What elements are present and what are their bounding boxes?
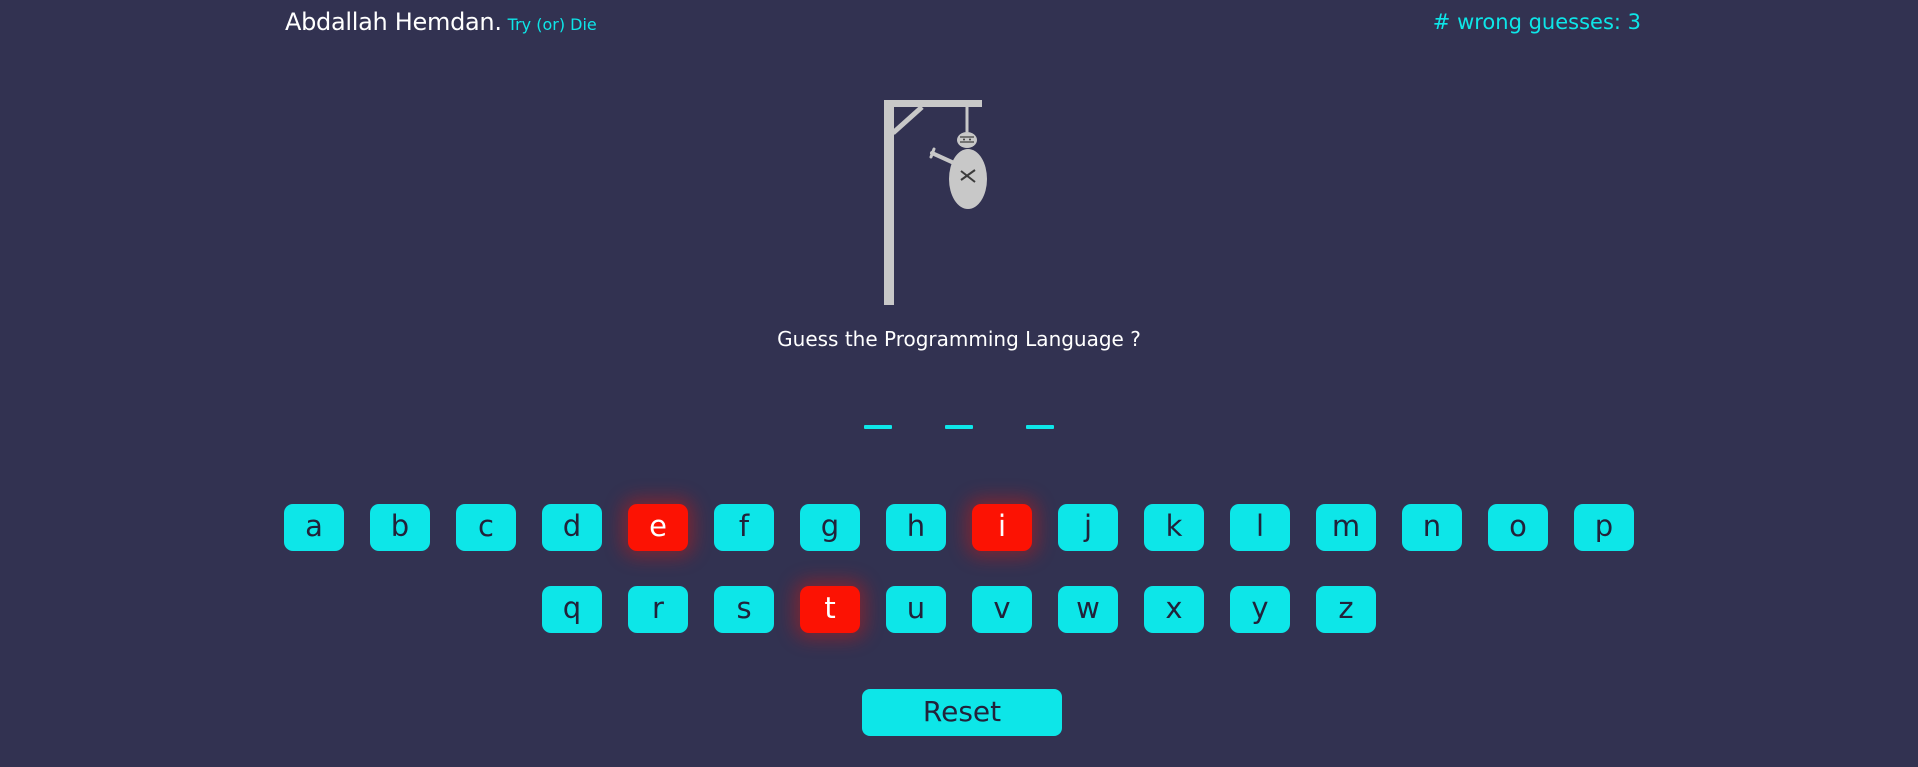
key-t[interactable]: t: [800, 586, 860, 633]
key-q[interactable]: q: [542, 586, 602, 633]
key-v[interactable]: v: [972, 586, 1032, 633]
figure-head: [957, 132, 977, 148]
key-h[interactable]: h: [886, 504, 946, 551]
key-m[interactable]: m: [1316, 504, 1376, 551]
hangman-drawing: [884, 100, 987, 305]
gallows-brace: [891, 105, 924, 135]
key-l[interactable]: l: [1230, 504, 1290, 551]
brand-name: Abdallah Hemdan.: [285, 8, 502, 36]
key-r[interactable]: r: [628, 586, 688, 633]
key-s[interactable]: s: [714, 586, 774, 633]
key-g[interactable]: g: [800, 504, 860, 551]
key-b[interactable]: b: [370, 504, 430, 551]
key-k[interactable]: k: [1144, 504, 1204, 551]
key-x[interactable]: x: [1144, 586, 1204, 633]
key-j[interactable]: j: [1058, 504, 1118, 551]
key-z[interactable]: z: [1316, 586, 1376, 633]
keyboard-row-2: qrstuvwxyz: [0, 586, 1918, 633]
key-i[interactable]: i: [972, 504, 1032, 551]
key-y[interactable]: y: [1230, 586, 1290, 633]
figure-arm: [930, 151, 956, 165]
letter-blank: [1026, 425, 1054, 429]
key-e[interactable]: e: [628, 504, 688, 551]
reset-button[interactable]: Reset: [862, 689, 1062, 736]
brand: Abdallah Hemdan. Try (or) Die: [285, 8, 597, 40]
key-w[interactable]: w: [1058, 586, 1118, 633]
key-d[interactable]: d: [542, 504, 602, 551]
question-prompt: Guess the Programming Language ?: [777, 327, 1141, 351]
key-u[interactable]: u: [886, 586, 946, 633]
key-n[interactable]: n: [1402, 504, 1462, 551]
hanged-figure: [929, 132, 987, 209]
letter-blank: [945, 425, 973, 429]
figure-body: [949, 149, 987, 209]
letter-blank: [864, 425, 892, 429]
gallows-beam: [884, 100, 982, 107]
wrong-guesses-counter: # wrong guesses: 3: [1432, 10, 1641, 34]
key-p[interactable]: p: [1574, 504, 1634, 551]
keyboard-row-1: abcdefghijklmnop: [0, 504, 1918, 551]
brand-tagline: Try (or) Die: [507, 15, 597, 34]
key-c[interactable]: c: [456, 504, 516, 551]
key-o[interactable]: o: [1488, 504, 1548, 551]
key-a[interactable]: a: [284, 504, 344, 551]
word-blanks: [0, 425, 1918, 429]
key-f[interactable]: f: [714, 504, 774, 551]
